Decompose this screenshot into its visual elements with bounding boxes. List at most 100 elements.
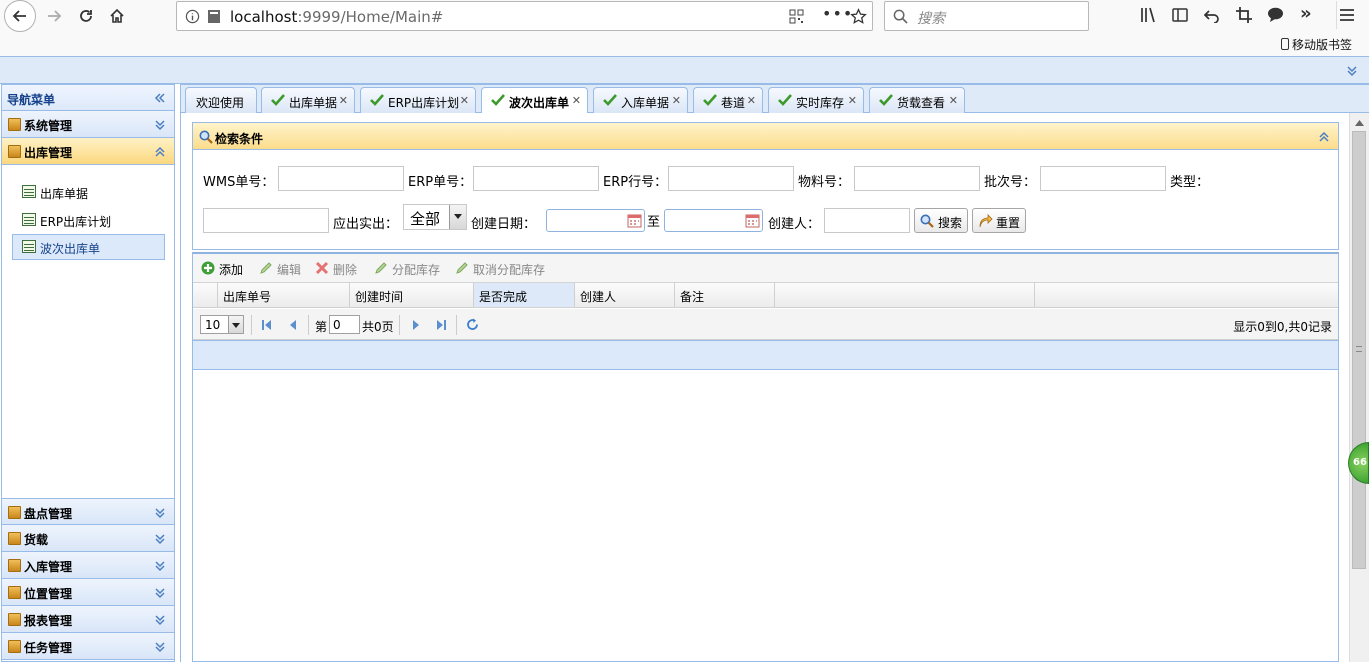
sidebar-toggle-icon[interactable] — [1172, 7, 1188, 23]
last-page-icon[interactable] — [435, 319, 447, 331]
tab-wave-outbound[interactable]: 波次出库单 ✕ — [481, 87, 588, 114]
column-header[interactable]: 出库单号 — [218, 283, 350, 307]
collapse-up-icon[interactable] — [154, 146, 166, 158]
nav-group-inbound[interactable]: 入库管理 — [2, 552, 174, 579]
check-icon — [271, 94, 285, 106]
nav-group-inventory[interactable]: 盘点管理 — [2, 498, 174, 525]
creator-input[interactable] — [824, 208, 910, 233]
magnifier-icon — [199, 130, 213, 144]
sidebar-item-erp-plan[interactable]: ERP出库计划 — [12, 207, 165, 233]
batch-input[interactable] — [1040, 166, 1166, 191]
collapse-down-icon[interactable] — [1346, 65, 1358, 77]
nav-group-reports[interactable]: 报表管理 — [2, 606, 174, 633]
forward-button[interactable] — [40, 2, 68, 30]
tab-cargo-view[interactable]: 货载查看 ✕ — [869, 87, 965, 113]
date-from-input[interactable] — [546, 209, 645, 232]
nav-group-cargo[interactable]: 货载 — [2, 525, 174, 552]
prev-page-icon[interactable] — [288, 319, 298, 331]
folder-icon — [8, 586, 21, 599]
date-to-input[interactable] — [664, 209, 763, 232]
search-button[interactable]: 搜索 — [914, 208, 968, 233]
grid-pager: 10 第 0 共0页 显示0到0,共0记录 — [193, 309, 1338, 340]
check-icon — [703, 94, 717, 106]
arrow-left-icon — [12, 10, 26, 22]
overflow-chevron-icon[interactable]: » — [1300, 3, 1312, 24]
should-out-label: 应出实出： — [333, 217, 399, 232]
tab-outbound-docs[interactable]: 出库单据 ✕ — [261, 87, 355, 113]
material-input[interactable] — [854, 166, 980, 191]
tab-erp-plan[interactable]: ERP出库计划 ✕ — [360, 87, 476, 113]
folder-icon — [8, 640, 21, 653]
tab-welcome[interactable]: 欢迎使用 — [185, 87, 257, 113]
erp-no-input[interactable] — [473, 166, 599, 191]
erp-line-input[interactable] — [668, 166, 794, 191]
collapse-left-icon[interactable] — [154, 92, 166, 104]
qrcode-icon[interactable] — [789, 9, 804, 24]
type-input[interactable] — [203, 208, 329, 233]
reset-button[interactable]: 重置 — [972, 208, 1026, 233]
reload-button[interactable] — [72, 2, 100, 30]
url-text: localhost:9999/Home/Main# — [230, 8, 444, 26]
scroll-up-icon[interactable] — [1355, 120, 1364, 126]
tab-inbound-docs[interactable]: 入库单据 ✕ — [593, 87, 688, 113]
undo-icon[interactable] — [1204, 7, 1220, 23]
nav-group-outbound[interactable]: 出库管理 — [2, 138, 174, 165]
nav-group-tasks[interactable]: 任务管理 — [2, 633, 174, 660]
url-bar[interactable]: localhost:9999/Home/Main# ••• — [176, 1, 873, 31]
hamburger-menu-icon[interactable] — [1340, 8, 1354, 22]
select-arrow[interactable] — [228, 316, 243, 333]
close-tab-icon[interactable]: ✕ — [949, 94, 958, 107]
expand-down-icon[interactable] — [154, 641, 166, 653]
wms-input[interactable] — [278, 166, 404, 191]
collapse-up-icon[interactable] — [1318, 131, 1330, 143]
bookmark-star-icon[interactable] — [850, 8, 867, 25]
calendar-icon[interactable] — [745, 213, 760, 228]
expand-down-icon[interactable] — [154, 119, 166, 131]
expand-down-icon[interactable] — [154, 587, 166, 599]
should-out-select[interactable]: 全部 — [403, 204, 467, 230]
pager-summary: 显示0到0,共0记录 — [1233, 320, 1332, 334]
close-tab-icon[interactable]: ✕ — [572, 94, 581, 107]
nav-sidebar: 导航菜单 系统管理 出库管理 出库单据 ERP出库计划 波次出库单 盘点管理 货… — [1, 84, 175, 662]
info-icon[interactable] — [185, 9, 200, 24]
column-header[interactable]: 备注 — [675, 283, 775, 307]
column-header[interactable]: 是否完成 — [474, 283, 575, 307]
close-tab-icon[interactable]: ✕ — [339, 94, 348, 107]
back-button[interactable] — [4, 0, 36, 32]
close-tab-icon[interactable]: ✕ — [848, 94, 857, 107]
column-header[interactable]: 创建时间 — [350, 283, 474, 307]
scroll-thumb[interactable] — [1352, 131, 1366, 569]
chat-icon[interactable] — [1267, 6, 1284, 23]
crop-icon[interactable] — [1236, 7, 1252, 23]
expand-down-icon[interactable] — [154, 533, 166, 545]
page-number-input[interactable]: 0 — [329, 315, 360, 334]
tab-aisle[interactable]: 巷道 ✕ — [693, 87, 763, 113]
plus-icon — [201, 261, 215, 275]
refresh-icon[interactable] — [466, 318, 479, 331]
next-page-icon[interactable] — [411, 319, 421, 331]
select-arrow[interactable] — [449, 205, 466, 229]
reload-icon — [80, 10, 92, 22]
expand-down-icon[interactable] — [154, 560, 166, 572]
home-button[interactable] — [103, 2, 131, 30]
library-icon[interactable] — [1140, 7, 1157, 23]
content-scrollbar[interactable] — [1349, 113, 1369, 662]
expand-down-icon[interactable] — [154, 614, 166, 626]
expand-down-icon[interactable] — [154, 507, 166, 519]
first-page-icon[interactable] — [261, 319, 273, 331]
nav-group-system[interactable]: 系统管理 — [2, 111, 174, 138]
calendar-icon[interactable] — [627, 213, 642, 228]
sidebar-item-outbound-docs[interactable]: 出库单据 — [12, 179, 165, 205]
sidebar-item-wave-outbound[interactable]: 波次出库单 — [12, 234, 165, 260]
close-tab-icon[interactable]: ✕ — [747, 94, 756, 107]
nav-group-location[interactable]: 位置管理 — [2, 579, 174, 606]
mobile-bookmarks[interactable]: 移动版书签 — [1281, 36, 1352, 53]
page-size-select[interactable]: 10 — [200, 315, 244, 334]
tab-realtime-stock[interactable]: 实时库存 ✕ — [768, 87, 864, 113]
close-tab-icon[interactable]: ✕ — [672, 94, 681, 107]
column-header-empty — [775, 283, 1035, 307]
close-tab-icon[interactable]: ✕ — [460, 94, 469, 107]
search-bar[interactable]: 搜索 — [884, 1, 1089, 31]
column-header[interactable]: 创建人 — [575, 283, 675, 307]
page-actions-icon[interactable]: ••• — [822, 4, 853, 23]
